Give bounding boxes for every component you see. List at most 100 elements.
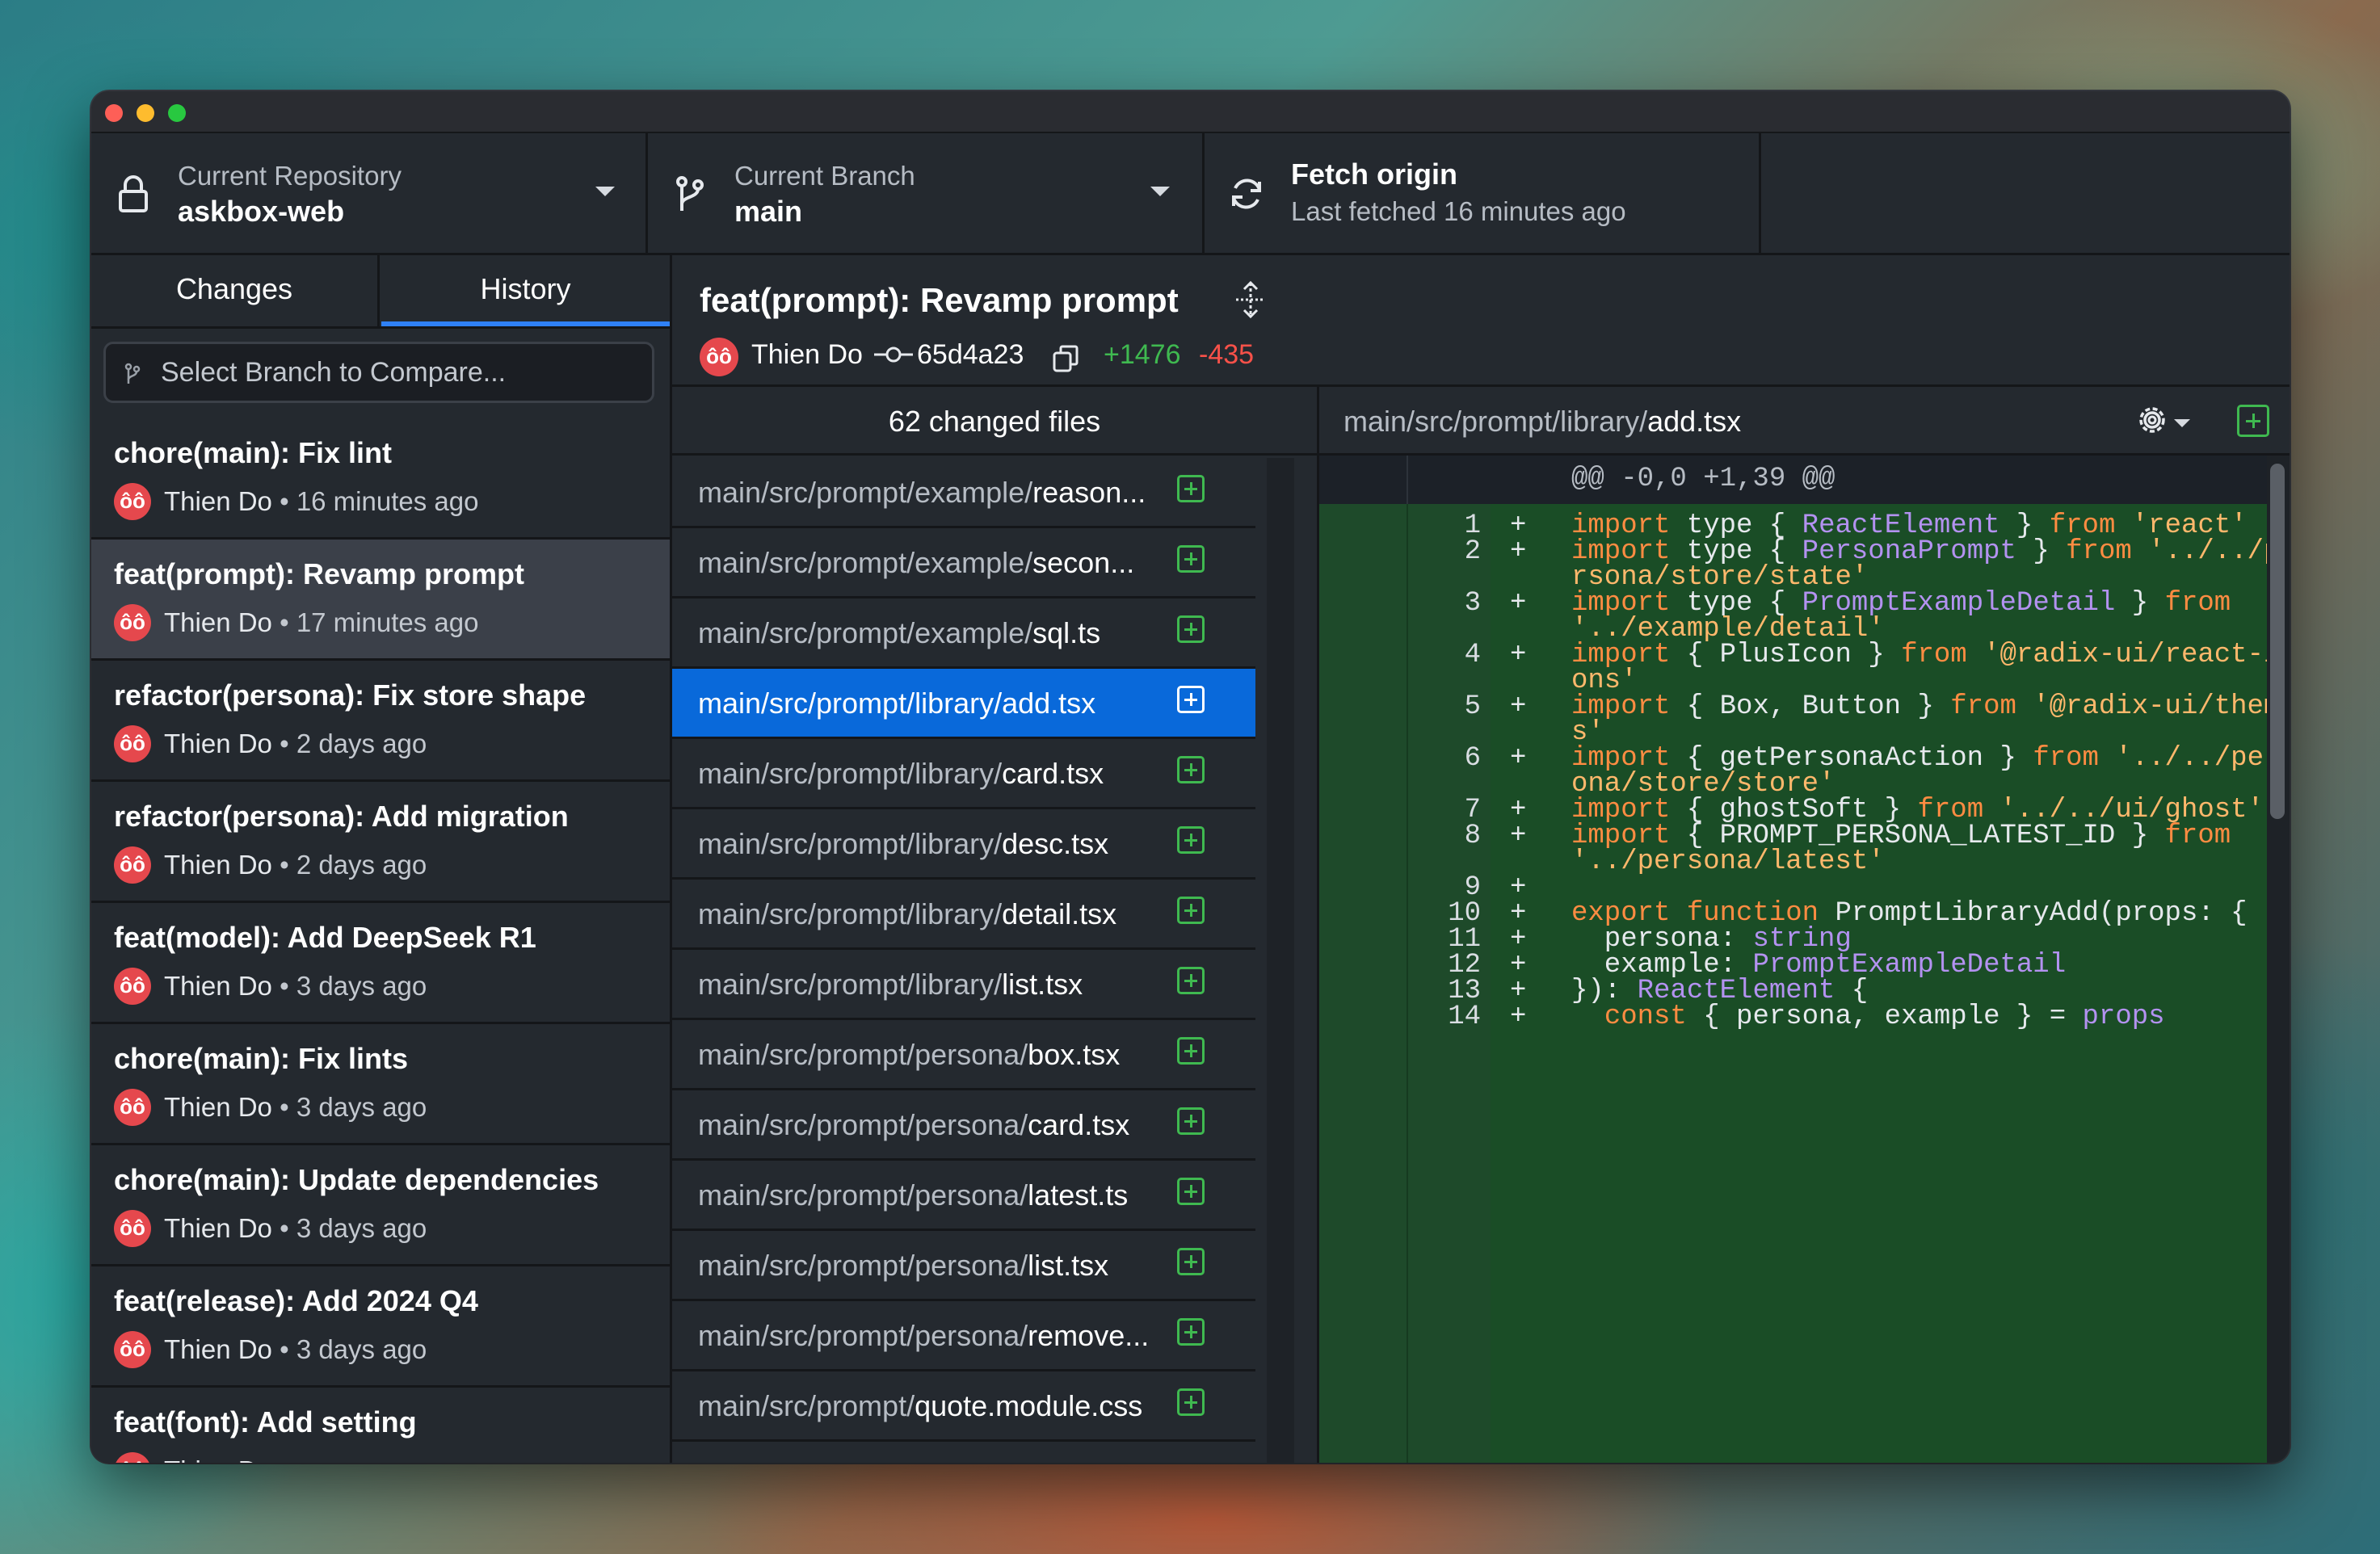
added-marker: + [1510,743,1527,774]
commit-meta: Thien Do • 3 days ago [164,1092,427,1123]
gutter-old [1319,504,1407,1463]
file-row[interactable]: main/src/prompt/persona/box.tsx [672,1020,1255,1090]
diff-file-dir: main/src/prompt/library/ [1343,405,1648,438]
commit-time: 3 days ago [296,1213,427,1243]
copy-icon[interactable] [1053,345,1079,372]
commit-item[interactable]: feat(release): Add 2024 Q4 ôô Thien Do •… [91,1266,670,1388]
file-row[interactable]: main/src/prompt/library/card.tsx [672,739,1255,809]
minimize-window-button[interactable] [137,104,154,122]
gear-icon[interactable] [2134,401,2171,439]
file-name: detail.tsx [1002,897,1117,930]
file-added-icon [1177,897,1205,924]
commit-title: feat(release): Add 2024 Q4 [114,1284,478,1317]
commit-title: refactor(persona): Fix store shape [114,678,587,712]
avatar: ôô [114,846,151,884]
file-row[interactable]: main/src/prompt/library/detail.tsx [672,880,1255,950]
avatar: ôô [114,1210,151,1247]
file-added-icon [1177,1248,1205,1275]
zoom-window-button[interactable] [168,104,186,122]
commit-item-selected[interactable]: feat(prompt): Revamp prompt ôô Thien Do … [91,540,670,661]
avatar: ôô [114,604,151,641]
file-row[interactable]: main/src/prompt/example/sql.ts [672,598,1255,669]
commit-title: refactor(persona): Add migration [114,800,569,833]
file-name: card.tsx [1002,757,1104,790]
history-sidebar: Changes History Select Branch to Compare… [91,255,672,1463]
commit-time: 17 minutes ago [296,607,479,637]
hunk-text: @@ -0,0 +1,39 @@ [1571,464,1835,494]
commit-time: 2 days ago [296,850,427,880]
tab-history[interactable]: History [381,255,670,326]
token-keyword: from [2164,821,2231,851]
file-row[interactable]: main/src/prompt/quote.module.css [672,1371,1255,1442]
branch-compare-input[interactable]: Select Branch to Compare... [103,342,654,403]
file-row[interactable]: main/src/prompt/library/desc.tsx [672,809,1255,880]
file-row[interactable]: main/src/prompt/persona/latest.ts [672,1161,1255,1231]
diff-file-path: main/src/prompt/library/add.tsx [1343,405,1741,439]
file-added-icon [1177,826,1205,854]
app-window: Current Repository askbox-web Current Br… [91,91,2290,1463]
commit-title: chore(main): Fix lints [114,1042,409,1075]
file-added-icon [1177,1107,1205,1135]
commit-title: feat(model): Add DeepSeek R1 [114,921,536,954]
commit-author: Thien Do [164,1092,272,1122]
file-dir: main/src/prompt/ [698,1389,915,1422]
commit-meta: Thien Do • 3 days ago [164,1213,427,1244]
chevron-down-icon[interactable] [2174,419,2190,427]
file-path: main/src/prompt/quote.module.css [698,1389,1183,1423]
commit-item[interactable]: chore(main): Update dependencies ôô Thie… [91,1145,670,1266]
expand-diff-button[interactable] [2237,405,2269,437]
changed-files-count: 62 changed files [672,387,1317,456]
file-name: add.tsx [1002,687,1096,720]
token-text: PromptLibraryAdd(props: { [1835,898,2248,929]
file-path: main/src/prompt/library/card.tsx [698,757,1183,791]
file-dir: main/src/prompt/persona/ [698,1178,1028,1212]
commit-item[interactable]: refactor(persona): Fix store shape ôô Th… [91,661,670,782]
commit-time: 2 days ago [296,729,427,758]
commit-item[interactable]: chore(main): Fix lints ôô Thien Do • 3 d… [91,1024,670,1145]
commit-time: 3 days ago [296,971,427,1001]
token-keyword: from [1901,640,1967,670]
file-path: main/src/prompt/persona/latest.ts [698,1178,1183,1212]
commit-icon [874,346,913,363]
file-dir: main/src/prompt/example/ [698,476,1033,509]
commit-item[interactable]: feat(model): Add DeepSeek R1 ôô Thien Do… [91,903,670,1024]
file-path: main/src/prompt/example/secon... [698,546,1183,580]
code-line-wrap: '../persona/latest' [1571,846,1885,877]
file-dir: main/src/prompt/library/ [698,968,1003,1001]
repository-label: Current Repository [178,161,402,191]
current-branch-button[interactable]: Current Branch main [648,133,1205,253]
file-row[interactable]: main/src/prompt/persona/list.tsx [672,1231,1255,1301]
current-repository-button[interactable]: Current Repository askbox-web [91,133,648,253]
file-row[interactable]: main/src/prompt/library/list.tsx [672,950,1255,1020]
avatar: ôô [114,725,151,762]
file-row[interactable]: main/src/prompt/persona/remove... [672,1301,1255,1371]
code-line: const { persona, example } = props [1571,1002,2165,1032]
commit-meta: Thien Do • 2 days ago [164,850,427,880]
fetch-origin-button[interactable]: Fetch origin Last fetched 16 minutes ago [1205,133,1761,253]
commit-item[interactable]: feat(font): Add setting ôô Thien Do [91,1388,670,1463]
token-string: '@radix-ui/react-ic [1983,640,2290,670]
meta-separator: • [280,971,289,1001]
file-row[interactable]: main/src/prompt/example/reason... [672,458,1255,528]
commit-meta: Thien Do • 16 minutes ago [164,486,478,517]
file-path: main/src/prompt/library/list.tsx [698,968,1183,1002]
gutter-new [1407,456,1492,504]
diff-scrollbar[interactable] [2270,464,2285,819]
expand-icon[interactable] [1233,279,1268,320]
file-row[interactable]: main/src/prompt/example/secon... [672,528,1255,598]
commit-meta: Thien Do • 2 days ago [164,729,427,759]
file-path: main/src/prompt/persona/remove... [698,1319,1183,1353]
commit-header: feat(prompt): Revamp prompt ôô Thien Do … [672,255,2290,387]
file-row-selected[interactable]: main/src/prompt/library/add.tsx [672,669,1255,739]
tab-changes[interactable]: Changes [91,255,380,326]
file-dir: main/src/prompt/library/ [698,897,1003,930]
file-path: main/src/prompt/example/sql.ts [698,616,1183,650]
close-window-button[interactable] [105,104,123,122]
files-scrollbar-track [1267,458,1294,1463]
commit-item[interactable]: refactor(persona): Add migration ôô Thie… [91,782,670,903]
file-name: quote.module.css [915,1389,1143,1422]
avatar: ôô [114,968,151,1005]
commit-item[interactable]: chore(main): Fix lint ôô Thien Do • 16 m… [91,418,670,540]
file-row[interactable]: main/src/prompt/persona/card.tsx [672,1090,1255,1161]
token-string: '../../pers [2115,743,2290,774]
